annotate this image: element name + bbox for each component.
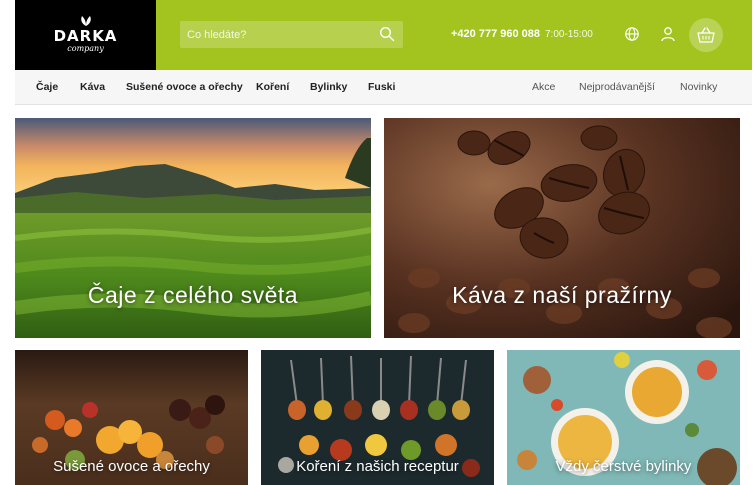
nav-item-susene-ovoce[interactable]: Sušené ovoce a ořechy <box>126 81 243 93</box>
search-box <box>180 21 403 48</box>
category-tile-bylinky[interactable]: Vždy čerstvé bylinky <box>507 350 740 485</box>
basket-icon <box>697 27 715 43</box>
user-icon[interactable] <box>660 26 676 42</box>
nav-item-caje[interactable]: Čaje <box>36 81 58 93</box>
search-input[interactable] <box>180 21 370 48</box>
category-tile-caje[interactable]: Čaje z celého světa <box>15 118 371 338</box>
category-tile-koreni[interactable]: Koření z našich receptur <box>261 350 494 485</box>
category-title: Sušené ovoce a ořechy <box>53 458 210 475</box>
nav-item-kava[interactable]: Káva <box>80 81 105 93</box>
nav-item-novinky[interactable]: Novinky <box>680 81 717 93</box>
brand-tagline: company <box>67 44 104 53</box>
brand-name: DARKA <box>53 27 118 45</box>
category-tile-kava[interactable]: Káva z naší pražírny <box>384 118 740 338</box>
search-icon[interactable] <box>379 26 395 42</box>
nav-item-nejprodavanejsi[interactable]: Nejprodávanější <box>579 81 655 93</box>
opening-hours: 7:00-15:00 <box>545 29 593 40</box>
category-title: Čaje z celého světa <box>87 282 299 308</box>
brand-logo[interactable]: DARKA company <box>15 0 156 70</box>
category-title: Vždy čerstvé bylinky <box>555 458 692 475</box>
nav-item-koreni[interactable]: Koření <box>256 81 289 93</box>
phone-number[interactable]: +420 777 960 088 <box>451 28 540 40</box>
nav-item-akce[interactable]: Akce <box>532 81 555 93</box>
globe-icon[interactable] <box>624 26 640 42</box>
tea-leaf-icon <box>80 16 91 26</box>
category-title: Káva z naší pražírny <box>452 282 672 308</box>
cart-button[interactable] <box>689 18 723 52</box>
category-title: Koření z našich receptur <box>296 458 459 475</box>
nav-item-fuski[interactable]: Fuski <box>368 81 395 93</box>
nav-item-bylinky[interactable]: Bylinky <box>310 81 347 93</box>
main-navigation: Čaje Káva Sušené ovoce a ořechy Koření B… <box>15 70 752 105</box>
category-tile-susene-ovoce[interactable]: Sušené ovoce a ořechy <box>15 350 248 485</box>
site-header: DARKA company +420 777 960 088 7:00-15:0… <box>15 0 752 70</box>
